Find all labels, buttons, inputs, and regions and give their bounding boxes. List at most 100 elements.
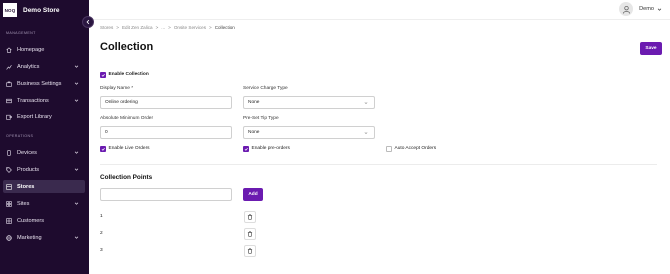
breadcrumb-separator: > [155, 25, 159, 30]
collection-point-input[interactable] [100, 188, 232, 201]
user-name: Demo [639, 6, 654, 12]
enable-live-orders-checkbox[interactable]: Enable Live Orders [100, 146, 150, 152]
grid-icon [6, 200, 12, 207]
trash-icon [247, 231, 253, 237]
add-collection-point-button[interactable]: Add [243, 188, 263, 201]
collection-point-2: 2 [100, 231, 103, 236]
breadcrumb-separator: > [116, 25, 119, 30]
chevron-left-icon [86, 19, 90, 25]
chevron-down-icon [74, 201, 79, 206]
save-button[interactable]: Save [640, 42, 662, 55]
chevron-down-icon [74, 167, 79, 172]
sidebar-item-label: Analytics [17, 63, 40, 70]
pre-set-tip-type-label: Pre-Set Tip Type [243, 116, 279, 121]
top-bar: Demo [89, 0, 670, 20]
sidebar-item-label: Homepage [17, 46, 45, 53]
breadcrumb-separator: > [168, 25, 171, 30]
sidebar-item-business-settings[interactable]: Business Settings [3, 77, 85, 90]
sidebar-item-export-library[interactable]: Export Library [3, 110, 85, 123]
section-divider [100, 164, 657, 165]
sidebar-item-devices[interactable]: Devices [3, 146, 85, 159]
chevron-down-icon [74, 64, 79, 69]
sidebar-item-label: Products [17, 166, 40, 173]
users-icon [6, 217, 12, 224]
sidebar-item-label: Export Library [17, 113, 52, 120]
sidebar-item-customers[interactable]: Customers [3, 214, 85, 227]
absolute-minimum-order-label: Absolute Minimum Order [100, 116, 154, 121]
display-name-input[interactable]: Online ordering [100, 96, 232, 109]
sidebar-item-label: Transactions [17, 97, 49, 104]
collapse-sidebar-button[interactable] [82, 16, 94, 28]
breadcrumb-ellipsis[interactable]: ... [161, 25, 165, 30]
service-charge-type-value: None [248, 100, 260, 105]
sidebar-item-analytics[interactable]: Analytics [3, 60, 85, 73]
sidebar-item-transactions[interactable]: Transactions [3, 94, 85, 107]
section-label-management: MANAGEMENT [6, 31, 36, 35]
breadcrumb-separator: > [209, 25, 212, 30]
enable-collection-checkbox[interactable]: Enable Collection [100, 72, 149, 78]
delete-point-2-button[interactable] [244, 228, 256, 240]
delete-point-3-button[interactable] [244, 245, 256, 257]
sidebar-item-label: Marketing [17, 234, 42, 241]
breadcrumb-onsite-services[interactable]: Onsite Services [174, 25, 206, 30]
collection-point-1: 1 [100, 214, 103, 219]
trash-icon [247, 214, 253, 220]
sidebar-item-marketing[interactable]: Marketing [3, 231, 85, 244]
user-icon [622, 5, 630, 14]
enable-live-orders-label: Enable Live Orders [108, 146, 150, 152]
card-icon [6, 98, 12, 104]
service-charge-type-label: Service Charge Type [243, 86, 288, 91]
page-title: Collection [100, 41, 154, 53]
store-icon [6, 183, 12, 190]
brand[interactable]: NOQ Demo Store [0, 0, 89, 20]
breadcrumb-edit-store[interactable]: Edit Zen Zalica [122, 25, 153, 30]
breadcrumb: Stores > Edit Zen Zalica > ... > Onsite … [100, 25, 235, 30]
enable-pre-orders-checkbox[interactable]: Enable pre-orders [243, 146, 290, 152]
sidebar-item-products[interactable]: Products [3, 163, 85, 176]
sidebar: NOQ Demo Store MANAGEMENT Homepage Analy… [0, 0, 89, 274]
breadcrumb-current: Collection [214, 25, 235, 30]
collection-point-3: 3 [100, 248, 103, 253]
section-label-operations: OPERATIONS [6, 134, 34, 138]
chevron-down-icon [74, 235, 79, 240]
chevron-down-icon [74, 81, 79, 86]
device-icon [6, 149, 12, 156]
auto-accept-orders-label: Auto Accept Orders [394, 146, 437, 152]
briefcase-icon [6, 81, 12, 87]
sidebar-item-stores[interactable]: Stores [3, 180, 85, 193]
absolute-minimum-order-input[interactable]: 0 [100, 126, 232, 139]
checkbox-checked-icon [100, 72, 106, 78]
user-menu[interactable]: Demo [619, 2, 662, 16]
delete-point-1-button[interactable] [244, 211, 256, 223]
sidebar-item-label: Business Settings [17, 80, 62, 87]
sidebar-item-sites[interactable]: Sites [3, 197, 85, 210]
export-icon [6, 114, 12, 120]
service-charge-type-select[interactable]: None [243, 96, 375, 109]
display-name-label: Display Name * [100, 86, 134, 91]
checkbox-unchecked-icon [386, 146, 392, 152]
chart-icon [6, 64, 12, 70]
store-name: Demo Store [23, 6, 60, 14]
sidebar-item-label: Customers [17, 217, 45, 224]
sidebar-item-label: Stores [17, 183, 35, 190]
checkbox-checked-icon [100, 146, 106, 152]
sidebar-item-label: Devices [17, 149, 37, 156]
sidebar-item-homepage[interactable]: Homepage [3, 43, 85, 56]
chevron-down-icon [364, 131, 368, 135]
chevron-down-icon [74, 98, 79, 103]
enable-pre-orders-label: Enable pre-orders [251, 146, 290, 152]
sidebar-item-label: Sites [17, 200, 30, 207]
checkbox-checked-icon [243, 146, 249, 152]
collection-points-title: Collection Points [100, 174, 153, 181]
auto-accept-orders-checkbox[interactable]: Auto Accept Orders [386, 146, 436, 152]
globe-icon [6, 234, 12, 241]
breadcrumb-stores[interactable]: Stores [100, 25, 113, 30]
pre-set-tip-type-value: None [248, 130, 260, 135]
pre-set-tip-type-select[interactable]: None [243, 126, 375, 139]
chevron-down-icon [657, 8, 662, 11]
home-icon [6, 47, 12, 53]
chevron-down-icon [364, 101, 368, 105]
chevron-down-icon [74, 150, 79, 155]
trash-icon [247, 248, 253, 254]
enable-collection-label: Enable Collection [108, 72, 149, 78]
